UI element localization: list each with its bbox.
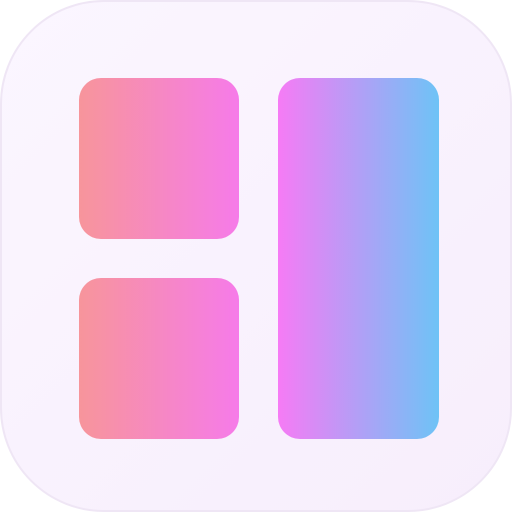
layout-block-right: [278, 78, 439, 439]
layout-block-top-left: [79, 78, 239, 239]
app-icon-tile[interactable]: [0, 0, 512, 512]
layout-block-bottom-left: [79, 278, 239, 439]
app-icon: [0, 0, 512, 512]
